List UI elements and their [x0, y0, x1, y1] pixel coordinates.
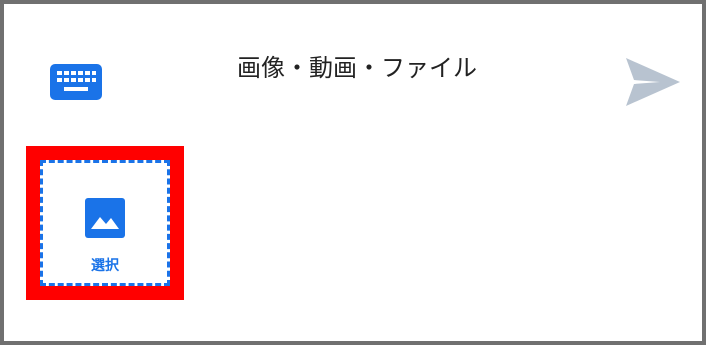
keyboard-toggle-button[interactable] [50, 64, 102, 100]
image-icon [85, 198, 125, 238]
keyboard-icon [50, 64, 102, 100]
select-label: 選択 [91, 258, 119, 274]
select-media-button[interactable]: 選択 [40, 160, 170, 286]
panel-title: 画像・動画・ファイル [237, 54, 477, 82]
send-icon [626, 58, 680, 106]
send-button[interactable] [624, 56, 682, 108]
